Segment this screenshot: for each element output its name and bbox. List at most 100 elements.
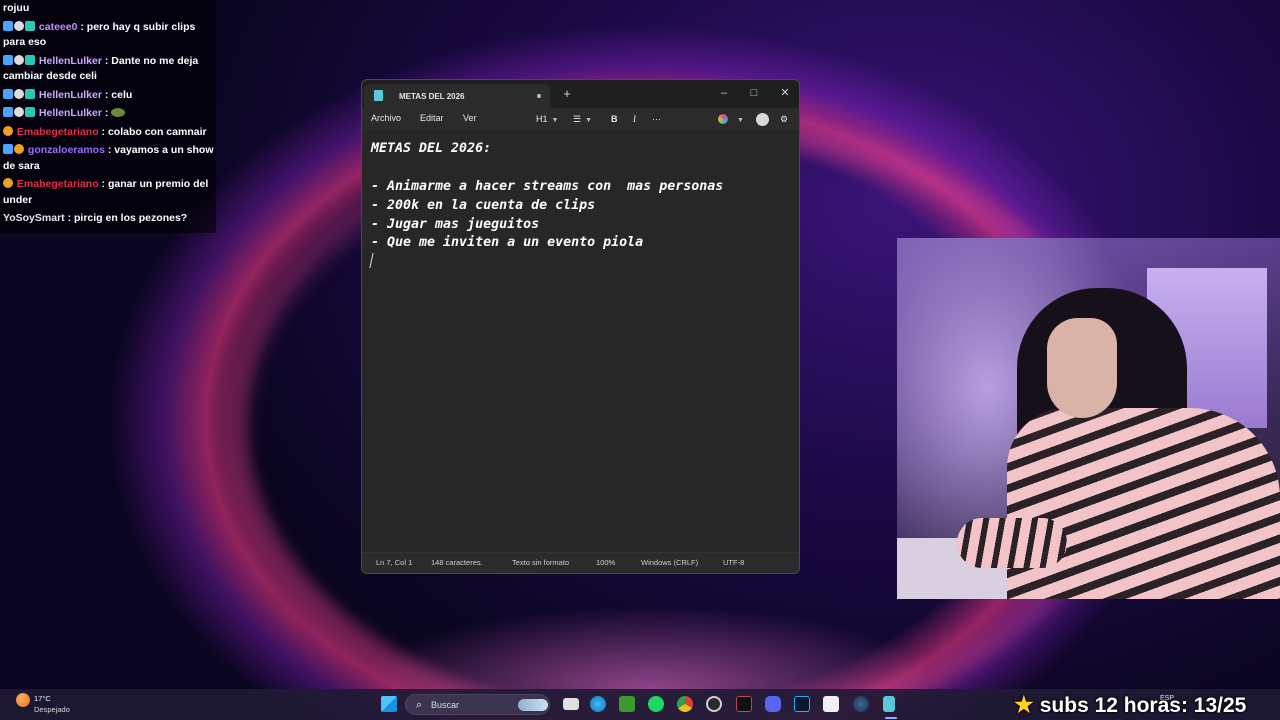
file-explorer-icon[interactable] (563, 698, 579, 710)
text-line-cursor (369, 253, 799, 272)
chevron-down-icon: ▼ (551, 117, 559, 124)
zoom-level[interactable]: 100% (596, 558, 615, 567)
badge-icon (25, 88, 35, 99)
gear-icon[interactable]: ⚙ (780, 112, 788, 126)
sub-goal-overlay: ★ subs 12 horas: 13/25 (1014, 690, 1246, 720)
menu-edit[interactable]: Editar (420, 113, 444, 123)
chat-username: YoSoySmart (3, 212, 65, 224)
weather-temp[interactable]: 17°C (34, 694, 51, 703)
chat-message: Emabegetariano : colabo con camnair (2, 124, 216, 143)
capcut-alt-icon[interactable] (823, 696, 839, 712)
badge-icon (3, 107, 13, 117)
badge-icon (3, 88, 13, 99)
chat-username: HellenLulker (38, 54, 102, 67)
chat-username: cateee0 (38, 20, 78, 33)
star-icon: ★ (1014, 692, 1034, 717)
chat-message: gonzaloeramos : vayamos a un show de sar… (2, 142, 216, 176)
heading-dropdown[interactable]: H1 ▼ (536, 112, 558, 126)
menu-file[interactable]: Archivo (371, 113, 401, 123)
text-line: - Animarme a hacer streams con mas perso… (371, 178, 724, 194)
chat-text: rojuu (3, 2, 30, 14)
chat-message: Emabegetariano : ganar un premio del und… (2, 176, 216, 210)
notepad-icon (374, 90, 383, 101)
tab-metas[interactable]: METAS DEL 2026 (364, 84, 550, 108)
chat-text: : (104, 107, 109, 119)
text-line: - 200k en la cuenta de clips (371, 197, 596, 213)
notepad-window: METAS DEL 2026 + – □ ✕ Archivo Editar Ve… (361, 79, 800, 574)
weather-icon[interactable] (16, 693, 30, 707)
badge-icon (3, 144, 13, 154)
chat-username: gonzaloeramos (27, 144, 105, 156)
webcam-feed (897, 238, 1280, 599)
badge-icon (3, 125, 13, 136)
chat-username: HellenLulker (38, 88, 102, 101)
weather-desc[interactable]: Despejado (34, 705, 70, 714)
badge-icon (14, 107, 24, 117)
badge-icon (14, 20, 24, 31)
chrome-icon[interactable] (677, 696, 693, 712)
discord-icon[interactable] (765, 696, 781, 712)
chat-message: cateee0 : pero hay q subir clips para es… (2, 19, 216, 53)
search-highlight-icon (518, 699, 548, 711)
search-icon: ⌕ (416, 699, 423, 711)
active-app-indicator (885, 717, 897, 719)
minecraft-icon[interactable] (619, 696, 635, 712)
chevron-down-icon[interactable]: ▼ (733, 112, 744, 126)
webcam-face (1047, 318, 1117, 418)
more-options-button[interactable]: ··· (652, 112, 661, 126)
edge-icon[interactable] (590, 696, 606, 712)
badge-icon (25, 20, 35, 31)
badge-icon (3, 178, 13, 188)
windows-start-icon[interactable] (381, 696, 397, 712)
badge-icon (3, 54, 13, 65)
notepad-icon[interactable] (883, 696, 895, 712)
search-input[interactable]: ⌕ Buscar (405, 694, 550, 715)
tab-title: METAS DEL 2026 (399, 92, 465, 101)
chat-message: HellenLulker : celu (2, 87, 216, 106)
obs-icon[interactable] (706, 696, 722, 712)
encoding[interactable]: UTF-8 (723, 558, 744, 567)
copilot-icon[interactable] (718, 114, 728, 124)
badge-icon (25, 107, 35, 117)
badge-icon (14, 54, 24, 65)
webcam-sweater (1007, 408, 1280, 599)
chat-message: rojuu (2, 0, 216, 19)
chat-message: HellenLulker : Dante no me deja cambiar … (2, 53, 216, 87)
cursor-position: Ln 7, Col 1 (376, 558, 413, 567)
line-ending[interactable]: Windows (CRLF) (641, 558, 698, 567)
chevron-glyph: ▼ (737, 117, 744, 124)
italic-button[interactable]: I (633, 112, 636, 126)
emote-icon (111, 108, 126, 117)
sub-goal-text: subs 12 horas: 13/25 (1039, 694, 1247, 717)
text-line: - Jugar mas jueguitos (371, 216, 540, 232)
photoshop-icon[interactable] (794, 696, 810, 712)
text-caret (369, 253, 374, 269)
chat-username: HellenLulker (38, 107, 102, 119)
minimize-button[interactable]: – (709, 83, 739, 103)
list-dropdown[interactable]: ☰ ▼ (573, 112, 592, 126)
chat-username: Emabegetariano (16, 178, 99, 190)
bold-button[interactable]: B (611, 112, 618, 126)
text-editor[interactable]: METAS DEL 2026: - Animarme a hacer strea… (362, 130, 799, 554)
text-line: - Que me inviten a un evento piola (371, 235, 644, 251)
steam-icon[interactable] (853, 696, 869, 712)
title-bar[interactable]: METAS DEL 2026 + – □ ✕ (362, 80, 799, 108)
menu-view[interactable]: Ver (463, 113, 477, 123)
spotify-icon[interactable] (648, 696, 664, 712)
maximize-button[interactable]: □ (739, 83, 769, 103)
chat-message: YoSoySmart : pircig en los pezones? (2, 210, 216, 229)
search-placeholder: Buscar (431, 700, 460, 710)
capcut-icon[interactable] (736, 696, 752, 712)
chat-text: : celu (104, 88, 133, 101)
unsaved-dot-icon[interactable] (537, 94, 541, 98)
chat-message: HellenLulker : (2, 105, 216, 124)
status-bar: Ln 7, Col 1 148 caracteres. Texto sin fo… (362, 552, 799, 573)
chat-text: : pircig en los pezones? (67, 212, 188, 224)
account-avatar-icon[interactable] (756, 113, 769, 126)
close-button[interactable]: ✕ (770, 83, 799, 103)
format-status[interactable]: Texto sin formato (512, 558, 569, 567)
char-count: 148 caracteres. (431, 558, 483, 567)
new-tab-button[interactable]: + (560, 87, 574, 101)
badge-icon (25, 54, 35, 65)
badge-icon (3, 20, 13, 31)
